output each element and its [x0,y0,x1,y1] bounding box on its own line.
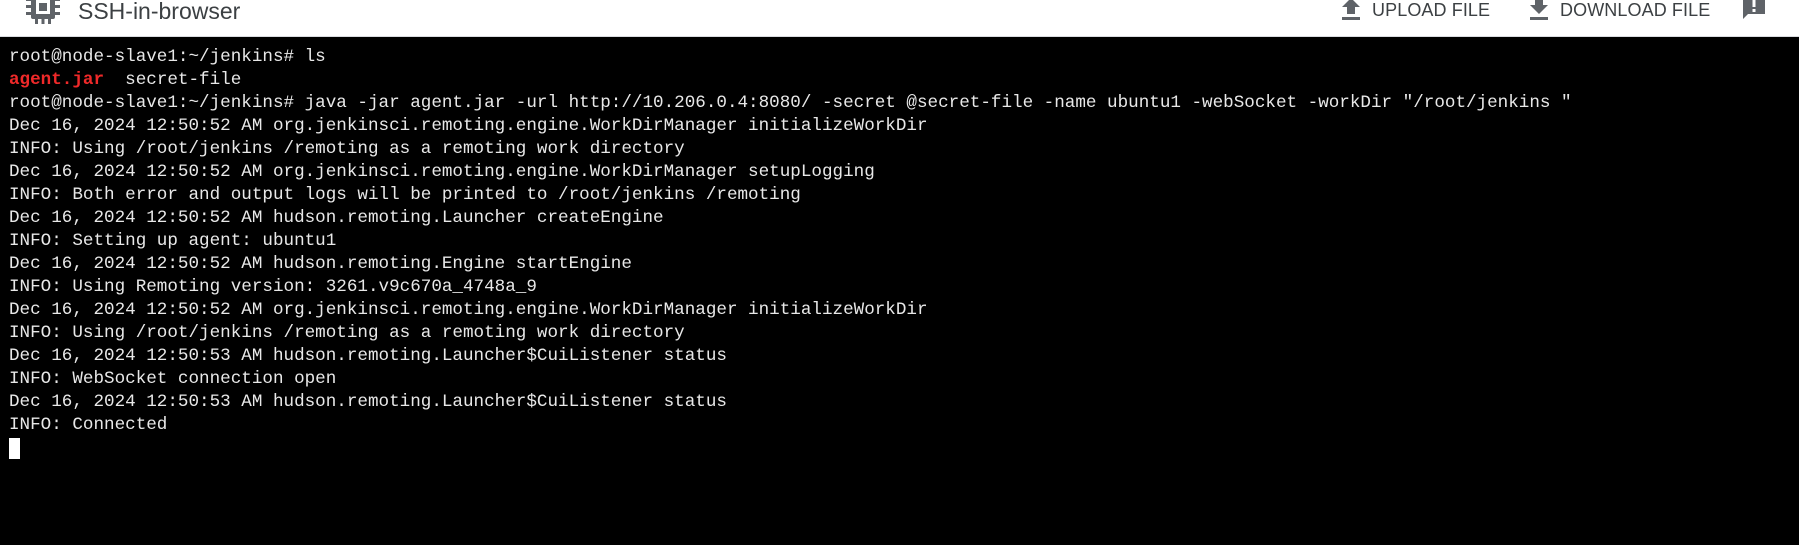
terminal-output[interactable]: root@node-slave1:~/jenkins# ls agent.jar… [0,37,1799,545]
terminal-line: Dec 16, 2024 12:50:52 AM hudson.remoting… [9,254,632,274]
app-title: SSH-in-browser [78,0,241,24]
upload-file-label: UPLOAD FILE [1372,0,1491,20]
terminal-cursor [9,438,20,459]
terminal-line: INFO: Setting up agent: ubuntu1 [9,231,337,251]
file-name: secret-file [104,70,242,90]
terminal-line: INFO: Using /root/jenkins /remoting as a… [9,323,685,343]
terminal-line: Dec 16, 2024 12:50:53 AM hudson.remoting… [9,392,727,412]
terminal-line: root@node-slave1:~/jenkins# java -jar ag… [9,93,1572,113]
upload-file-button[interactable]: UPLOAD FILE [1340,0,1490,24]
terminal-line: root@node-slave1:~/jenkins# ls [9,47,326,67]
terminal-line: INFO: WebSocket connection open [9,369,337,389]
terminal-line: Dec 16, 2024 12:50:52 AM hudson.remoting… [9,208,664,228]
app-header: SSH-in-browser UPLOAD FILE DOWNLOAD FILE [0,0,1799,37]
file-name-highlighted: agent.jar [9,70,105,90]
upload-icon [1340,0,1362,22]
terminal-line: Dec 16, 2024 12:50:52 AM org.jenkinsci.r… [9,300,928,320]
download-file-label: DOWNLOAD FILE [1560,0,1711,20]
terminal-line: INFO: Both error and output logs will be… [9,185,801,205]
download-file-button[interactable]: DOWNLOAD FILE [1528,0,1710,24]
terminal-line: Dec 16, 2024 12:50:53 AM hudson.remoting… [9,346,727,366]
terminal-line: Dec 16, 2024 12:50:52 AM org.jenkinsci.r… [9,162,875,182]
terminal-line: Dec 16, 2024 12:50:52 AM org.jenkinsci.r… [9,116,928,136]
download-icon [1528,0,1550,22]
terminal-line: INFO: Connected [9,415,168,435]
terminal-line: INFO: Using Remoting version: 3261.v9c67… [9,277,537,297]
terminal-line: INFO: Using /root/jenkins /remoting as a… [9,139,685,159]
feedback-icon[interactable] [1741,0,1767,22]
terminal-line: agent.jar secret-file [9,69,1799,92]
terminal-prompt-line[interactable] [9,437,1799,460]
chip-icon [22,0,64,28]
